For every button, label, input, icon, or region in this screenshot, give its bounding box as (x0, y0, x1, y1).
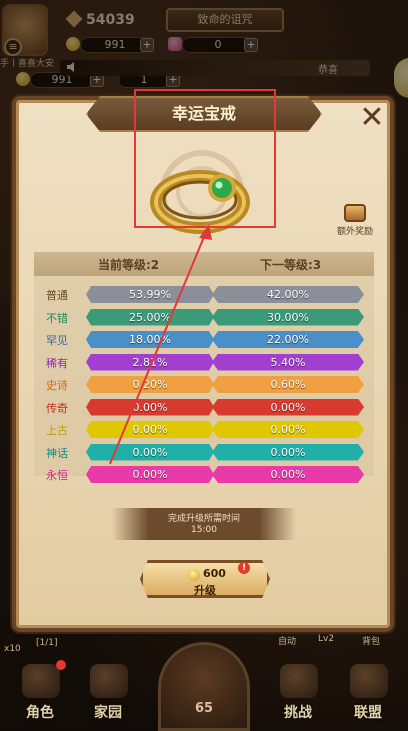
next-chance: 0.00% (212, 466, 364, 483)
extra-reward-label: 额外奖励 (336, 227, 373, 237)
next-chance: 5.40% (212, 353, 364, 371)
next-chance: 0.00% (212, 398, 364, 416)
rarity-label: 不错 (46, 311, 68, 325)
table-row: 普通 53.99% 42.00% (34, 286, 374, 304)
next-chance: 22.00% (212, 331, 364, 348)
battle-center-button[interactable]: 65 (158, 642, 250, 731)
nav-alliance[interactable]: 联盟 (332, 660, 404, 730)
nav-label-home: 家园 (94, 705, 122, 721)
nav-label-character: 角色 (26, 705, 54, 721)
rarity-label: 神话 (46, 446, 68, 460)
treasure-chest-icon (344, 204, 366, 222)
current-chance: 25.00% (86, 308, 214, 326)
close-icon[interactable]: ✕ (356, 103, 388, 136)
current-chance: 2.81% (86, 353, 214, 371)
next-chance: 0.00% (212, 421, 364, 438)
next-chance: 30.00% (212, 308, 364, 326)
next-level-header: 下一等级:3 (260, 258, 322, 272)
current-chance: 0.20% (86, 376, 214, 393)
table-row: 不错 25.00% 30.00% (34, 308, 374, 327)
center-level-value: 65 (194, 701, 214, 716)
table-row: 传奇 0.00% 0.00% (34, 398, 374, 417)
home-icon (90, 664, 128, 698)
table-row: 稀有 2.81% 5.40% (34, 353, 374, 372)
character-icon (22, 664, 60, 698)
nav-label-alliance: 联盟 (354, 705, 382, 721)
next-chance: 0.60% (212, 376, 364, 393)
current-chance: 0.00% (86, 421, 214, 438)
stage-progress-text: [1/1] (36, 638, 58, 648)
upgrade-time-value: 15:00 (191, 525, 217, 535)
highlight-box (134, 89, 276, 228)
nav-challenge[interactable]: 挑战 (262, 660, 334, 730)
rarity-label: 永恒 (46, 469, 68, 482)
upgrade-time-box: 完成升级所需时间 15:00 (112, 508, 296, 540)
upgrade-label: 升级 (194, 584, 216, 597)
rarity-label: 普通 (46, 289, 68, 302)
current-chance: 53.99% (86, 286, 214, 303)
current-level-header: 当前等级:2 (98, 258, 160, 272)
probability-table: 当前等级:2 下一等级:3 普通 53.99% 42.00% 不错 25.00% 30.0… (34, 252, 374, 484)
upgrade-cost: 600 (203, 567, 226, 580)
table-row: 永恒 0.00% 0.00% (34, 466, 374, 484)
rarity-label: 史诗 (46, 379, 68, 392)
rarity-label: 传奇 (46, 401, 68, 415)
nav-label-challenge: 挑战 (284, 705, 312, 721)
upgrade-button[interactable]: 600 升级 (140, 560, 270, 598)
rarity-label: 稀有 (46, 356, 68, 370)
bag-label[interactable]: 背包 (362, 634, 380, 647)
gold-coin-icon-3 (188, 569, 200, 581)
table-row: 罕见 18.00% 22.00% (34, 331, 374, 349)
notification-dot (56, 660, 66, 670)
current-chance: 0.00% (86, 443, 214, 461)
current-chance: 0.00% (86, 398, 214, 416)
table-row: 神话 0.00% 0.00% (34, 443, 374, 462)
upgrade-time-title: 完成升级所需时间 (167, 514, 240, 524)
current-chance: 0.00% (86, 466, 214, 483)
extra-reward-button[interactable]: 额外奖励 (328, 204, 382, 240)
rarity-label: 上古 (46, 424, 68, 437)
alliance-icon (350, 664, 388, 698)
next-chance: 0.00% (212, 443, 364, 461)
level-label: Lv2 (318, 634, 335, 644)
nav-home[interactable]: 家园 (72, 660, 144, 730)
next-chance: 42.00% (212, 286, 364, 303)
table-row: 上古 0.00% 0.00% (34, 421, 374, 439)
speed-multiplier-text: x10 (4, 644, 21, 654)
current-chance: 18.00% (86, 331, 214, 348)
table-row: 史诗 0.20% 0.60% (34, 376, 374, 394)
auto-label[interactable]: 自动 (278, 634, 296, 647)
alert-badge: ! (238, 562, 250, 574)
nav-character[interactable]: 角色 (4, 660, 76, 730)
table-header: 当前等级:2 下一等级:3 (34, 252, 374, 276)
rarity-label: 罕见 (46, 334, 68, 347)
crossed-swords-icon (280, 664, 318, 698)
